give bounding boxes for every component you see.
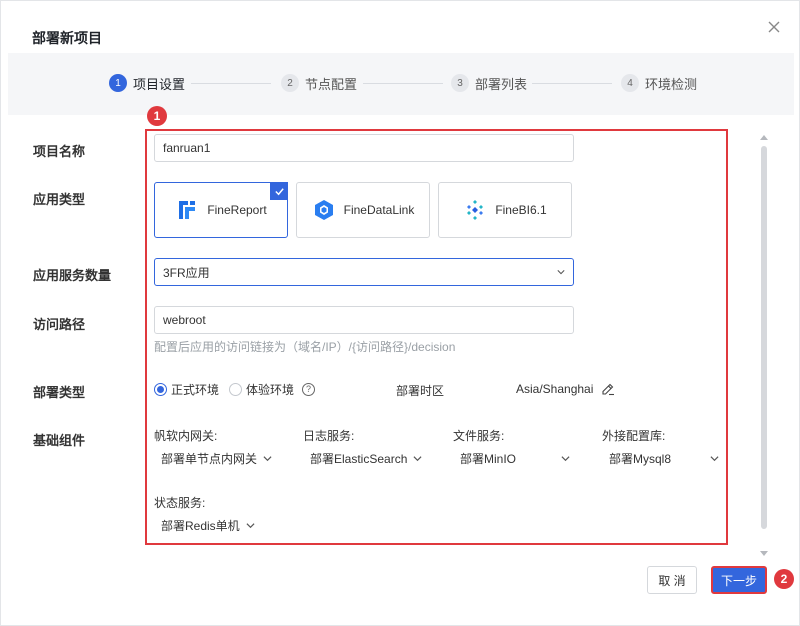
- scroll-down-icon[interactable]: [760, 551, 768, 556]
- help-button[interactable]: ?: [302, 381, 315, 397]
- step-3: 3 部署列表: [451, 74, 527, 92]
- file-service-dropdown[interactable]: 部署MinIO: [460, 450, 570, 467]
- step-label: 节点配置: [305, 76, 358, 92]
- deploy-dialog: 部署新项目 1 项目设置 2 节点配置 3 部署列表 4 环境检测 1 项目名称…: [0, 0, 800, 626]
- state-service-value: 部署Redis单机: [161, 519, 240, 533]
- chevron-down-icon: [263, 456, 272, 462]
- project-name-label: 项目名称: [33, 144, 86, 159]
- config-db-dropdown[interactable]: 部署Mysql8: [609, 450, 719, 467]
- chevron-down-icon: [561, 456, 570, 462]
- app-type-label: 应用类型: [33, 192, 86, 207]
- radio-formal-env[interactable]: 正式环境: [154, 381, 219, 397]
- deploy-type-label: 部署类型: [33, 385, 86, 400]
- step-number: 2: [281, 74, 299, 92]
- app-card-finebi[interactable]: FineBI6.1: [438, 182, 572, 238]
- step-label: 环境检测: [645, 76, 698, 92]
- app-card-label: FineBI6.1: [495, 203, 547, 217]
- chevron-down-icon: [246, 523, 255, 529]
- finedatalink-icon: [314, 200, 333, 220]
- step-2: 2 节点配置: [281, 74, 357, 92]
- access-path-label: 访问路径: [33, 317, 86, 332]
- project-name-input[interactable]: fanruan1: [154, 134, 574, 162]
- radio-checked-icon: [154, 382, 167, 396]
- annotation-badge-1: 1: [147, 106, 167, 126]
- app-card-label: FineReport: [207, 203, 267, 217]
- access-path-input[interactable]: webroot: [154, 306, 574, 334]
- app-card-label: FineDataLink: [343, 203, 415, 217]
- step-connector: [363, 83, 443, 84]
- finebi-icon: [467, 200, 484, 220]
- close-icon[interactable]: [765, 18, 783, 36]
- service-count-value: 3FR应用: [163, 265, 210, 280]
- gateway-value: 部署单节点内网关: [161, 452, 258, 466]
- step-label: 部署列表: [475, 76, 528, 92]
- step-4: 4 环境检测: [621, 74, 697, 92]
- file-service-label: 文件服务:: [453, 429, 505, 443]
- step-number: 1: [109, 74, 127, 92]
- radio-trial-env[interactable]: 体验环境: [229, 381, 294, 397]
- annotation-badge-2: 2: [774, 569, 794, 589]
- help-icon: ?: [302, 382, 315, 396]
- radio-unchecked-icon: [229, 382, 242, 396]
- step-number: 4: [621, 74, 639, 92]
- project-name-value: fanruan1: [163, 141, 211, 155]
- gateway-label: 帆软内网关:: [154, 429, 218, 443]
- step-connector: [532, 83, 612, 84]
- chevron-down-icon: [413, 456, 422, 462]
- file-service-value: 部署MinIO: [460, 452, 517, 466]
- app-card-finedatalink[interactable]: FineDataLink: [296, 182, 430, 238]
- step-connector: [191, 83, 271, 84]
- timezone-label: 部署时区: [396, 384, 445, 398]
- config-db-value: 部署Mysql8: [609, 452, 672, 466]
- access-path-value: webroot: [163, 313, 206, 327]
- scrollbar-thumb[interactable]: [761, 146, 767, 529]
- log-service-value: 部署ElasticSearch: [310, 452, 408, 466]
- access-path-hint: 配置后应用的访问链接为（域名/IP）/{访问路径}/decision: [154, 340, 456, 354]
- chevron-down-icon: [557, 270, 565, 275]
- dialog-title: 部署新项目: [32, 30, 102, 46]
- chevron-down-icon: [710, 456, 719, 462]
- state-service-dropdown[interactable]: 部署Redis单机: [161, 517, 255, 534]
- service-count-label: 应用服务数量: [33, 268, 112, 283]
- log-service-dropdown[interactable]: 部署ElasticSearch: [310, 450, 422, 467]
- timezone-value: Asia/Shanghai: [516, 382, 594, 396]
- check-icon: [270, 182, 288, 200]
- base-components-label: 基础组件: [33, 433, 86, 448]
- step-1: 1 项目设置: [109, 74, 185, 92]
- log-service-label: 日志服务:: [303, 429, 355, 443]
- radio-label: 正式环境: [171, 382, 220, 397]
- finereport-icon: [179, 201, 196, 219]
- step-number: 3: [451, 74, 469, 92]
- app-card-finereport[interactable]: FineReport: [154, 182, 288, 238]
- config-db-label: 外接配置库:: [602, 429, 666, 443]
- gateway-dropdown[interactable]: 部署单节点内网关: [161, 450, 272, 467]
- state-service-label: 状态服务:: [154, 496, 206, 510]
- cancel-button[interactable]: 取 消: [647, 566, 697, 594]
- edit-icon[interactable]: [601, 382, 615, 396]
- step-label: 项目设置: [133, 76, 186, 92]
- scroll-up-icon[interactable]: [760, 135, 768, 140]
- next-button[interactable]: 下一步: [711, 566, 767, 594]
- service-count-select[interactable]: 3FR应用: [154, 258, 574, 286]
- radio-label: 体验环境: [246, 382, 295, 397]
